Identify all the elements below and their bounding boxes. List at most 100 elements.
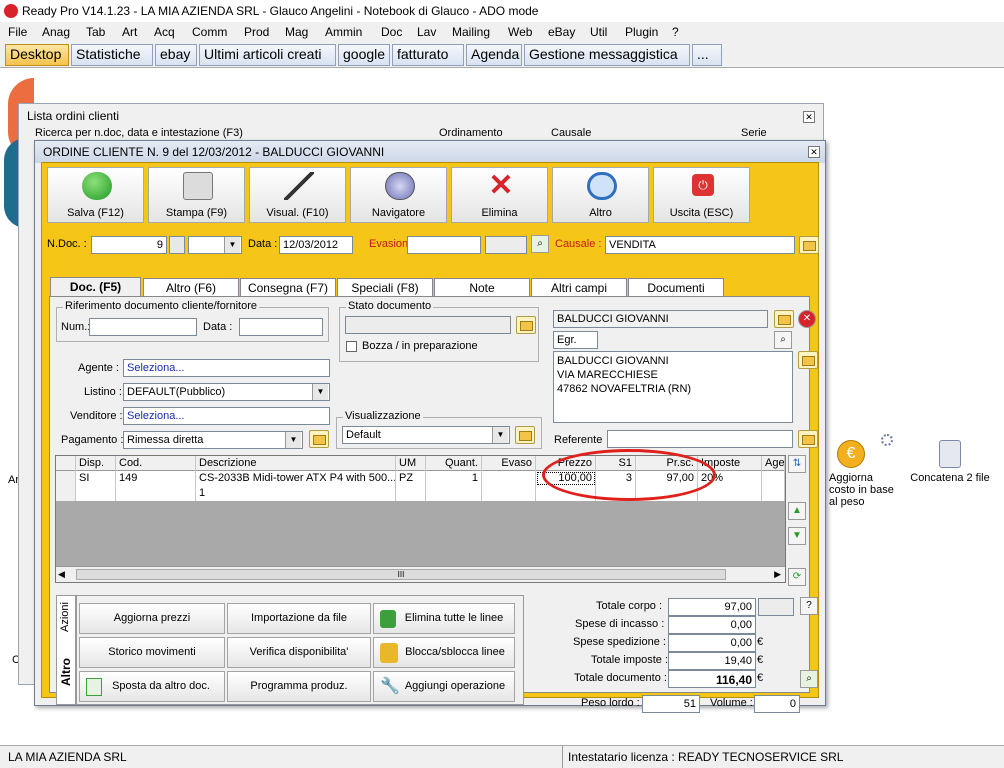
menu-doc[interactable]: Doc: [381, 25, 402, 39]
ndoc-input[interactable]: 9: [91, 236, 167, 254]
tab-gestione-messaggistica[interactable]: Gestione messaggistica: [524, 44, 690, 66]
folder-icon[interactable]: [798, 430, 818, 448]
serie-select[interactable]: ▼: [188, 236, 242, 254]
tab-doc[interactable]: Doc. (F5): [50, 277, 141, 297]
folder-icon[interactable]: [799, 236, 819, 254]
volume-value[interactable]: 0: [754, 695, 800, 713]
ndoc-serie-button[interactable]: [169, 236, 185, 254]
folder-icon[interactable]: [515, 426, 535, 444]
tab-desktop[interactable]: Desktop: [5, 44, 69, 66]
cliente-nome[interactable]: BALDUCCI GIOVANNI: [553, 310, 768, 328]
visualizzazione-select[interactable]: Default ▼: [342, 426, 510, 444]
tab-agenda[interactable]: Agenda: [466, 44, 522, 66]
scroll-thumb[interactable]: III: [76, 569, 726, 580]
blocca-linee-button[interactable]: Blocca/sblocca linee: [373, 637, 515, 668]
venditore-input[interactable]: Seleziona...: [123, 407, 330, 425]
move-up-icon[interactable]: ▲: [788, 502, 806, 520]
verifica-disponibilita-button[interactable]: Verifica disponibilita': [227, 637, 371, 668]
evasione-week-input[interactable]: [485, 236, 527, 254]
close-icon[interactable]: ✕: [808, 146, 820, 158]
referente-input[interactable]: [607, 430, 793, 448]
menu-tab[interactable]: Tab: [86, 25, 105, 39]
tab-statistiche[interactable]: Statistiche: [71, 44, 153, 66]
folder-icon[interactable]: [798, 351, 818, 369]
cliente-titolo[interactable]: Egr.: [553, 331, 598, 349]
menu-ebay[interactable]: eBay: [548, 25, 575, 39]
salva-button[interactable]: Salva (F12): [47, 167, 144, 223]
cliente-indirizzo[interactable]: BALDUCCI GIOVANNI VIA MARECCHIESE 47862 …: [553, 351, 793, 423]
menu-file[interactable]: File: [8, 25, 27, 39]
listino-select[interactable]: DEFAULT(Pubblico) ▼: [123, 383, 330, 401]
programma-produz-button[interactable]: Programma produz.: [227, 671, 371, 702]
menu-lav[interactable]: Lav: [417, 25, 436, 39]
tab-ebay[interactable]: ebay: [155, 44, 197, 66]
altro-button[interactable]: Altro: [552, 167, 649, 223]
menu-plugin[interactable]: Plugin: [625, 25, 658, 39]
stato-input[interactable]: [345, 316, 511, 334]
menu-prod[interactable]: Prod: [244, 25, 269, 39]
navigatore-button[interactable]: Navigatore: [350, 167, 447, 223]
folder-icon[interactable]: [516, 316, 536, 334]
horizontal-scrollbar[interactable]: ◀ III ▶: [56, 566, 785, 582]
data-input[interactable]: 12/03/2012: [279, 236, 353, 254]
search-icon[interactable]: ⌕: [800, 670, 818, 688]
move-down-icon[interactable]: ▼: [788, 527, 806, 545]
tab-altri-campi[interactable]: Altri campi: [531, 278, 627, 296]
sort-arrows-icon[interactable]: ⇅: [788, 455, 806, 473]
storico-movimenti-button[interactable]: Storico movimenti: [79, 637, 225, 668]
rif-data-input[interactable]: [239, 318, 323, 336]
col-um[interactable]: UM: [396, 456, 426, 471]
magnifier-icon[interactable]: ⌕: [774, 331, 792, 349]
tab-more[interactable]: ...: [692, 44, 722, 66]
menu-help[interactable]: ?: [672, 25, 679, 39]
menu-mailing[interactable]: Mailing: [452, 25, 490, 39]
close-icon[interactable]: ✕: [803, 111, 815, 123]
peso-lordo-value[interactable]: 51: [642, 695, 700, 713]
desktop-icon-concatena[interactable]: Concatena 2 file: [908, 440, 992, 484]
menu-web[interactable]: Web: [508, 25, 532, 39]
menu-util[interactable]: Util: [590, 25, 607, 39]
col-descrizione[interactable]: Descrizione: [196, 456, 396, 471]
tab-ultimi-articoli[interactable]: Ultimi articoli creati: [199, 44, 336, 66]
tab-altro[interactable]: Altro (F6): [143, 278, 239, 296]
agente-input[interactable]: Seleziona...: [123, 359, 330, 377]
menu-ammin[interactable]: Ammin: [325, 25, 362, 39]
visual-button[interactable]: Visual. (F10): [249, 167, 346, 223]
search-icon[interactable]: ⌕: [531, 235, 549, 253]
tab-speciali[interactable]: Speciali (F8): [337, 278, 433, 296]
menu-comm[interactable]: Comm: [192, 25, 227, 39]
col-cod[interactable]: Cod.: [116, 456, 196, 471]
folder-icon[interactable]: [774, 310, 794, 328]
col-quant[interactable]: Quant.: [426, 456, 482, 471]
delete-x-icon[interactable]: ✕: [798, 310, 816, 328]
tab-note[interactable]: Note: [434, 278, 530, 296]
stampa-button[interactable]: Stampa (F9): [148, 167, 245, 223]
tab-google[interactable]: google: [338, 44, 390, 66]
scroll-left-icon[interactable]: ◀: [58, 569, 65, 580]
tab-documenti[interactable]: Documenti: [628, 278, 724, 296]
folder-icon[interactable]: [309, 430, 329, 448]
menu-acq[interactable]: Acq: [154, 25, 175, 39]
pagamento-select[interactable]: Rimessa diretta ▼: [123, 431, 303, 449]
desktop-icon-aggiorna-costo[interactable]: € Aggiorna costo in base al peso: [829, 440, 899, 508]
aggiungi-operazione-button[interactable]: 🔧 Aggiungi operazione: [373, 671, 515, 702]
elimina-linee-button[interactable]: Elimina tutte le linee: [373, 603, 515, 634]
spese-spedizione-value[interactable]: 0,00: [668, 634, 756, 652]
uscita-button[interactable]: ⏻ Uscita (ESC): [653, 167, 750, 223]
tab-consegna[interactable]: Consegna (F7): [240, 278, 336, 296]
aggiorna-prezzi-button[interactable]: Aggiorna prezzi: [79, 603, 225, 634]
importazione-file-button[interactable]: Importazione da file: [227, 603, 371, 634]
col-agen[interactable]: Agen: [762, 456, 785, 471]
bozza-checkbox[interactable]: [346, 341, 357, 352]
help-button[interactable]: ?: [800, 597, 818, 615]
col-evaso[interactable]: Evaso: [482, 456, 536, 471]
menu-art[interactable]: Art: [122, 25, 137, 39]
evasione-input[interactable]: [407, 236, 481, 254]
elimina-button[interactable]: ✕ Elimina: [451, 167, 548, 223]
menu-mag[interactable]: Mag: [285, 25, 308, 39]
col-disp[interactable]: Disp.: [76, 456, 116, 471]
refresh-icon[interactable]: ⟳: [788, 568, 806, 586]
tab-azioni[interactable]: Azioni: [59, 602, 71, 632]
rif-num-input[interactable]: [89, 318, 197, 336]
causale-input[interactable]: VENDITA: [605, 236, 795, 254]
